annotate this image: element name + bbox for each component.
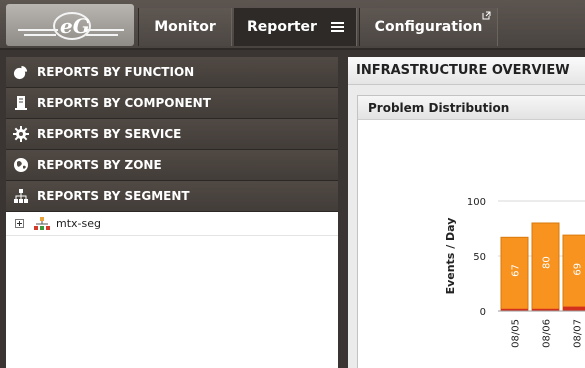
tab-monitor-label: Monitor [154,19,216,35]
critical-bar [563,306,585,311]
logo-graphic: eG [18,12,124,40]
tab-monitor[interactable]: Monitor [138,8,232,46]
tree-item-mtx-seg[interactable]: mtx-seg [6,212,338,236]
y-tick-label: 100 [467,197,486,208]
menu-label: REPORTS BY FUNCTION [37,65,195,79]
main-content: INFRASTRUCTURE OVERVIEW Problem Distribu… [348,57,585,368]
gear-icon [12,126,29,143]
tab-reporter[interactable]: Reporter [234,8,357,46]
y-tick-label: 0 [480,307,486,318]
tab-reporter-label: Reporter [247,19,317,35]
widget-title: Problem Distribution [358,96,585,120]
expand-icon[interactable] [15,219,24,228]
y-tick-label: 50 [473,252,486,263]
x-tick-label: 08/05 [511,319,522,348]
pie-chart-icon [12,64,29,81]
y-axis-label: Events / Day [444,218,457,295]
menu-reports-by-segment[interactable]: REPORTS BY SEGMENT [6,181,338,212]
bar-data-label: 67 [511,264,522,277]
widget-title-text: Problem Distribution [368,100,510,115]
problem-distribution-widget: Problem Distribution Events / Day 0 50 100 6… [357,95,585,368]
x-tick-label: 08/07 [573,319,584,348]
logo-text: eG [60,14,90,38]
tab-configuration-label: Configuration [374,19,483,35]
menu-reports-by-service[interactable]: REPORTS BY SERVICE [6,119,338,150]
eg-logo[interactable]: eG [6,4,134,46]
menu-label: REPORTS BY SERVICE [37,127,182,141]
bar-data-label: 69 [573,263,584,276]
tab-configuration[interactable]: Configuration [359,8,498,46]
menu-reports-by-function[interactable]: REPORTS BY FUNCTION [6,57,338,88]
menu-reports-by-zone[interactable]: REPORTS BY ZONE [6,150,338,181]
menu-label: REPORTS BY ZONE [37,158,162,172]
menu-label: REPORTS BY COMPONENT [37,96,211,110]
menu-reports-by-component[interactable]: REPORTS BY COMPONENT [6,88,338,119]
x-tick-label: 08/06 [542,319,553,348]
problem-distribution-chart: Events / Day0501006708/058008/066908/070… [444,197,585,348]
page-title: INFRASTRUCTURE OVERVIEW [348,57,585,85]
top-navigation-bar: eG Monitor Reporter Configuration [0,0,585,50]
hierarchy-icon [12,188,29,205]
bar-data-label: 80 [542,256,553,269]
globe-icon [12,157,29,174]
tree-item-label: mtx-seg [56,217,101,230]
server-icon [12,95,29,112]
page-title-text: INFRASTRUCTURE OVERVIEW [356,63,570,78]
hamburger-menu-icon[interactable] [330,20,344,34]
segment-icon [34,216,50,230]
external-link-icon[interactable] [482,11,491,20]
reports-sidebar: REPORTS BY FUNCTION REPORTS BY COMPONENT… [6,57,338,368]
menu-label: REPORTS BY SEGMENT [37,189,190,203]
